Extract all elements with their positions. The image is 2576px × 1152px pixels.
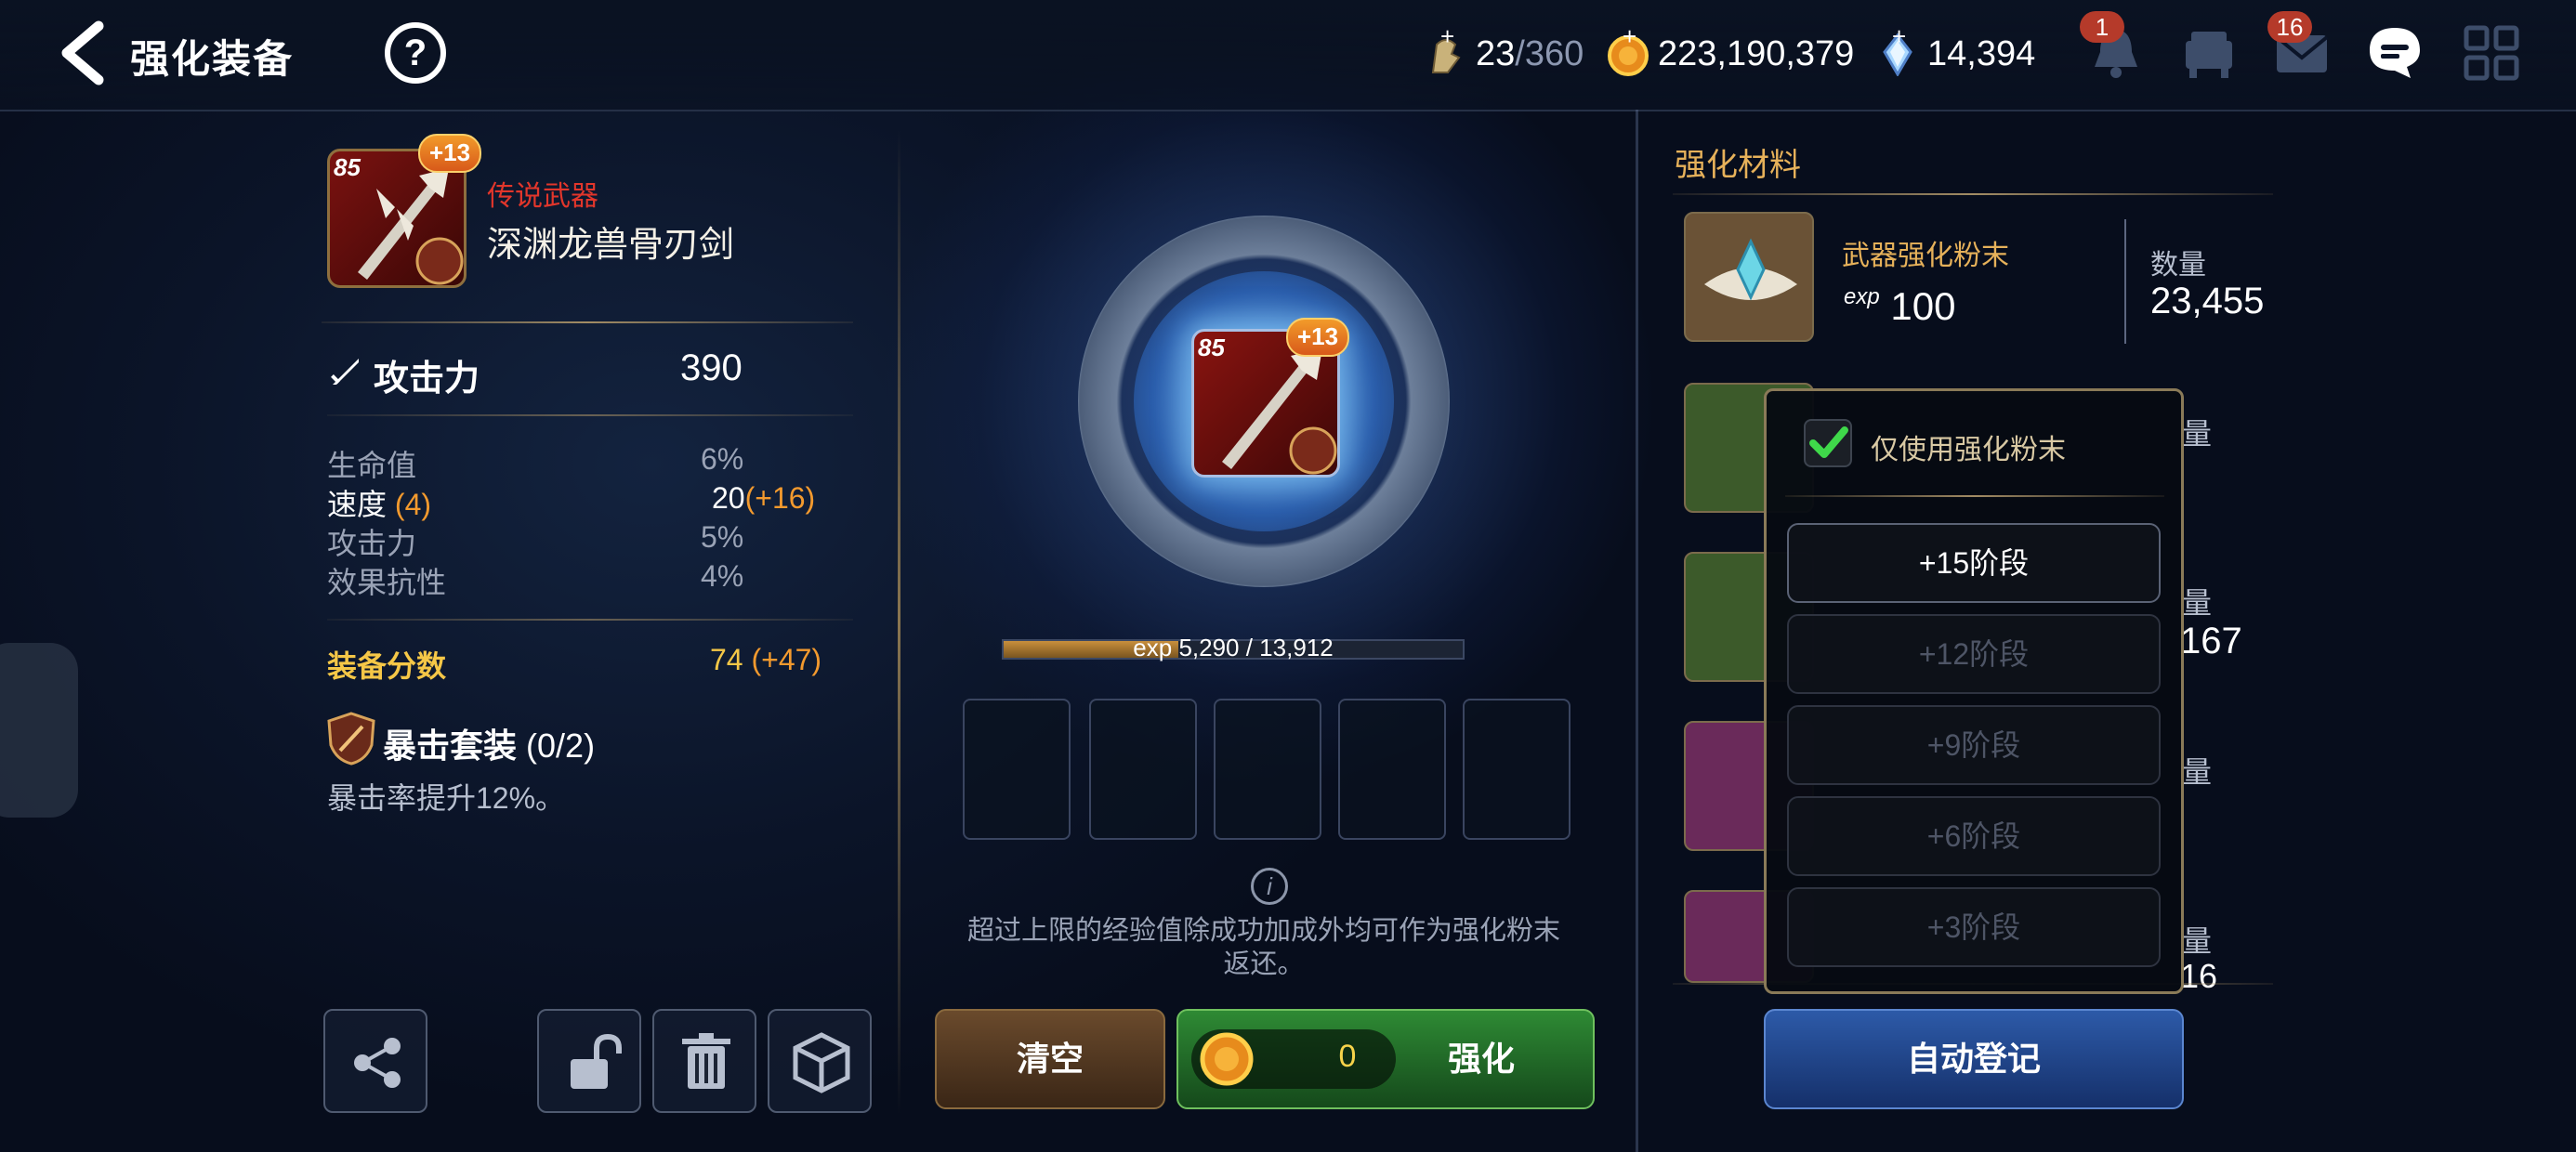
stat-value-attack: 5% <box>701 520 744 554</box>
quantity-label: 量 <box>2182 924 2213 958</box>
clear-button[interactable]: 清空 <box>935 1009 1165 1109</box>
quantity-label: 量 <box>2182 755 2213 789</box>
side-tab[interactable] <box>0 643 78 818</box>
main-stat-label: 攻击力 <box>374 360 480 399</box>
crystal-amount: 14,394 <box>1927 33 2036 73</box>
item-rarity: 传说武器 <box>487 181 598 212</box>
divider <box>327 619 853 621</box>
help-icon[interactable]: ? <box>385 22 446 84</box>
panel-separator <box>1636 110 1638 1152</box>
enhance-button[interactable]: 0 强化 <box>1176 1009 1595 1109</box>
stat-value-effect-resist: 4% <box>701 559 744 593</box>
critical-set-icon <box>327 712 375 766</box>
material-slot[interactable] <box>1338 699 1446 840</box>
share-icon <box>354 1038 401 1088</box>
materials-title: 强化材料 <box>1675 148 1801 183</box>
target-item-plus-badge: +13 <box>1286 318 1349 357</box>
lock-button[interactable] <box>537 1009 641 1113</box>
divider <box>1785 495 2164 497</box>
stamina-max: /360 <box>1515 33 1584 73</box>
stage-option-9[interactable]: +9阶段 <box>1787 705 2161 785</box>
gold-amount: 223,190,379 <box>1658 33 1855 73</box>
overflow-notice: 超过上限的经验值除成功加成外均可作为强化粉末返还。 <box>966 916 1560 979</box>
stage-select-popup: 仅使用强化粉末 +15阶段 +12阶段 +9阶段 +6阶段 +3阶段 <box>1764 388 2184 994</box>
delete-button[interactable] <box>652 1009 756 1113</box>
quantity-label: 数量 <box>2150 250 2206 281</box>
divider <box>327 414 853 416</box>
material-slot[interactable] <box>1463 699 1571 840</box>
community-icon[interactable] <box>2178 22 2240 84</box>
divider <box>1673 193 2273 195</box>
material-exp: exp 100 <box>1844 284 1956 328</box>
quantity-value: 167 <box>2180 621 2242 661</box>
panel-separator <box>898 130 900 1115</box>
gold-display[interactable]: + 223,190,379 <box>1606 22 1855 84</box>
dice-button[interactable] <box>768 1009 872 1113</box>
stamina-icon: + <box>1424 22 1468 76</box>
stamina-display[interactable]: + 23/360 <box>1424 22 1584 84</box>
auto-register-button[interactable]: 自动登记 <box>1764 1009 2184 1109</box>
gear-score-label: 装备分数 <box>327 649 447 683</box>
powder-only-label: 仅使用强化粉末 <box>1871 435 2066 465</box>
divider <box>2124 219 2126 344</box>
gold-coin-icon <box>1200 1032 1254 1086</box>
quantity-value: 16 <box>2180 957 2218 995</box>
stat-label-speed: 速度 (4) <box>327 488 432 521</box>
mail-icon[interactable]: 16 <box>2267 11 2333 84</box>
trash-icon <box>682 1033 730 1089</box>
gear-score-value: 74 (+47) <box>710 643 822 676</box>
set-description: 暴击率提升12%。 <box>327 781 566 815</box>
enhance-powder-icon <box>1704 238 1797 301</box>
divider <box>322 321 853 323</box>
quantity-label: 量 <box>2182 417 2213 451</box>
set-name: 暴击套装 (0/2) <box>383 727 596 765</box>
chat-icon[interactable] <box>2364 22 2425 84</box>
material-slot[interactable] <box>1214 699 1321 840</box>
stat-label-attack: 攻击力 <box>327 527 417 560</box>
material-slot[interactable] <box>1089 699 1197 840</box>
share-button[interactable] <box>323 1009 427 1113</box>
notification-bell-icon[interactable]: 1 <box>2080 11 2147 84</box>
back-arrow-icon[interactable] <box>54 20 110 85</box>
item-name: 深渊龙兽骨刃剑 <box>487 226 735 265</box>
menu-grid-icon[interactable] <box>2461 22 2522 84</box>
stat-label-effect-resist: 效果抗性 <box>327 566 447 599</box>
stage-option-3[interactable]: +3阶段 <box>1787 887 2161 967</box>
main-stat-value: 390 <box>680 347 743 388</box>
enhance-cost-value: 0 <box>1338 1039 1357 1074</box>
stage-option-15[interactable]: +15阶段 <box>1787 523 2161 603</box>
item-plus-badge: +13 <box>418 134 481 173</box>
exp-text: exp 5,290 / 13,912 <box>1133 634 1334 661</box>
notification-badge: 1 <box>2080 11 2124 43</box>
crystal-icon: + <box>1875 22 1920 77</box>
mail-badge: 16 <box>2267 11 2312 43</box>
enhance-label: 强化 <box>1448 1040 1516 1078</box>
checkmark-icon <box>1809 426 1848 458</box>
gold-coin-icon: + <box>1606 22 1650 76</box>
material-card-powder[interactable] <box>1684 212 1814 342</box>
quantity-value: 23,455 <box>2150 281 2265 321</box>
stat-value-speed: 20(+16) <box>712 481 816 515</box>
info-icon[interactable]: i <box>1251 868 1288 905</box>
enhance-cost: 0 <box>1191 1029 1396 1089</box>
stamina-current: 23 <box>1476 33 1516 73</box>
stat-value-hp: 6% <box>701 442 744 476</box>
powder-only-checkbox[interactable] <box>1804 419 1852 467</box>
quantity-label: 量 <box>2182 586 2213 620</box>
stage-option-12[interactable]: +12阶段 <box>1787 614 2161 694</box>
target-item-level: 85 <box>1198 334 1225 361</box>
unlock-icon <box>571 1033 622 1089</box>
crystal-display[interactable]: + 14,394 <box>1875 22 2036 84</box>
item-level: 85 <box>334 153 361 181</box>
material-name: 武器强化粉末 <box>1842 241 2009 271</box>
dice-icon <box>793 1032 850 1093</box>
stage-option-6[interactable]: +6阶段 <box>1787 796 2161 876</box>
page-title: 强化装备 <box>130 37 295 81</box>
stat-label-hp: 生命值 <box>327 449 417 482</box>
sword-icon <box>331 359 359 385</box>
material-slot[interactable] <box>963 699 1071 840</box>
